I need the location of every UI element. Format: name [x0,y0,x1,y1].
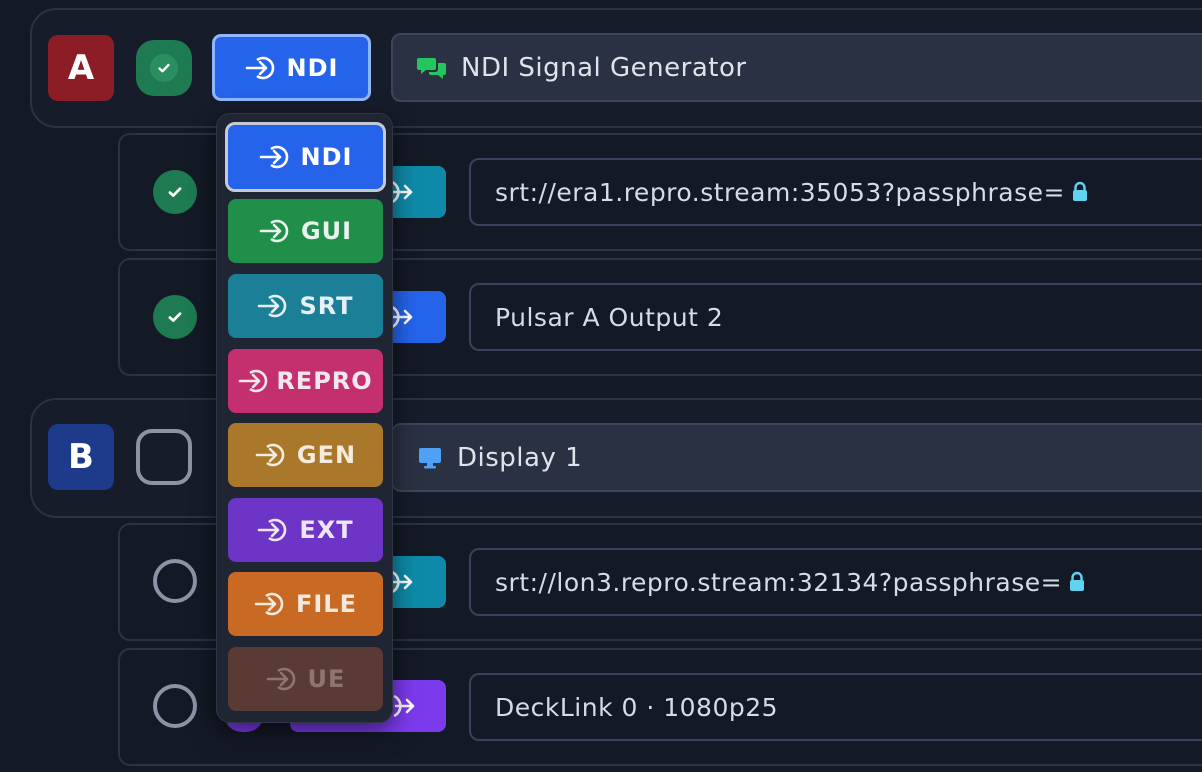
group-a-source-name: NDI Signal Generator [461,52,747,83]
check-icon [168,312,182,322]
chat-bubbles-icon [417,57,446,79]
group-a-badge: A [48,35,114,101]
input-arrow-icon [258,294,287,318]
lock-icon [1070,571,1085,591]
output-a1-destination-field[interactable]: srt://era1.repro.stream:35053?passphrase… [469,158,1202,226]
output-a1-destination: srt://era1.repro.stream:35053?passphrase… [495,177,1065,207]
input-arrow-icon [255,443,285,467]
input-arrow-icon [258,518,287,542]
output-b2-destination: DeckLink 0 · 1080p25 [495,692,779,722]
menu-item-label: FILE [295,590,357,618]
menu-item-label: UE [307,665,346,693]
lock-icon [1072,181,1087,201]
menu-item-srt[interactable]: SRT [228,274,383,338]
menu-item-label: EXT [299,516,354,544]
output-b2-destination-field[interactable]: DeckLink 0 · 1080p25 [469,673,1202,741]
group-b-badge: B [48,424,114,490]
menu-item-gui[interactable]: GUI [228,199,383,263]
input-arrow-icon [259,219,289,243]
menu-item-file[interactable]: FILE [228,572,383,636]
menu-item-label: REPRO [276,367,373,395]
check-icon [158,63,170,73]
output-b1-destination-field[interactable]: srt://lon3.repro.stream:32134?passphrase… [469,548,1202,616]
group-a-status-check[interactable] [136,40,192,96]
output-a1-status-check[interactable] [153,170,197,214]
output-a2-destination: Pulsar A Output 2 [495,302,724,332]
menu-item-ext[interactable]: EXT [228,498,383,562]
group-a-source-field[interactable]: NDI Signal Generator [391,33,1202,102]
input-arrow-icon [266,667,295,691]
menu-item-gen[interactable]: GEN [228,423,383,487]
output-b1-status-toggle[interactable] [153,559,197,603]
input-type-button[interactable]: NDI [212,34,371,101]
input-type-label: NDI [286,53,339,82]
menu-item-ndi[interactable]: NDI [225,122,386,192]
group-b-source-name: Display 1 [457,442,583,473]
output-a2-destination-field[interactable]: Pulsar A Output 2 [469,283,1202,351]
menu-item-label: GEN [296,441,357,469]
input-arrow-icon [239,369,268,393]
menu-item-label: SRT [299,292,354,320]
monitor-icon [419,447,441,468]
input-type-dropdown: NDI GUI SRT REPRO GEN EXT FILE UE [216,113,393,723]
output-b1-destination: srt://lon3.repro.stream:32134?passphrase… [495,567,1063,597]
menu-item-label: NDI [300,143,353,171]
menu-item-label: GUI [300,217,353,245]
group-b-source-field[interactable]: Display 1 [391,423,1202,492]
output-a2-status-check[interactable] [153,295,197,339]
group-b-status-toggle[interactable] [136,429,192,485]
input-arrow-icon [245,56,274,79]
input-arrow-icon [254,592,284,616]
output-b2-status-toggle[interactable] [153,684,197,728]
menu-item-repro[interactable]: REPRO [228,349,383,413]
input-arrow-icon [259,145,288,169]
menu-item-ue[interactable]: UE [228,647,383,711]
check-icon [168,187,182,197]
